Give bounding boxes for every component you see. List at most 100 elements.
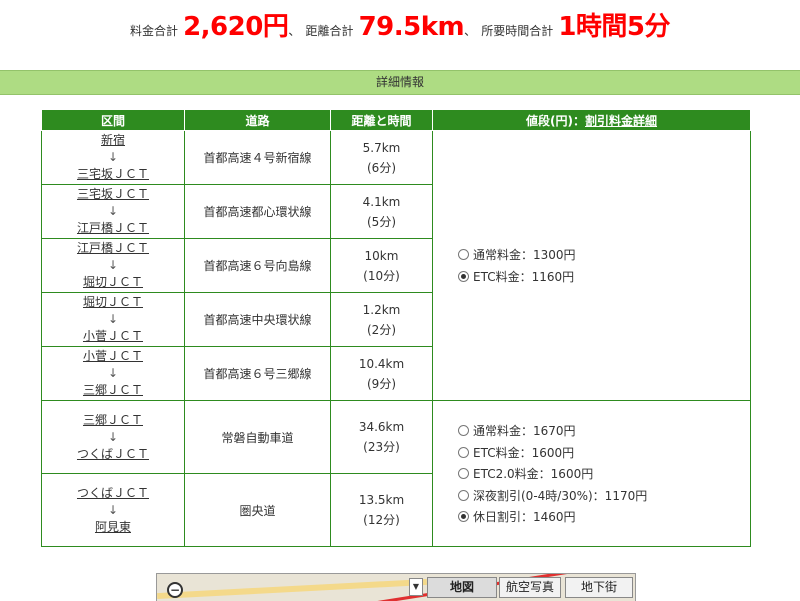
price-option[interactable]: ETC料金：1600円 [458,441,750,463]
table-header-row: 区間 道路 距離と時間 値段(円)：割引料金詳細 [41,109,751,131]
time-value: (23分) [363,440,400,454]
to-link[interactable]: 江戸橋ＪＣＴ [42,220,184,237]
from-link[interactable]: 江戸橋ＪＣＴ [42,240,184,257]
time-value: (12分) [363,513,400,527]
distance-time-cell: 34.6km (23分) [330,400,433,474]
road-cell: 常磐自動車道 [184,400,331,474]
separator: 、 [288,24,301,38]
section-cell: 三郷ＪＣＴ ↓ つくばＪＣＴ [41,400,185,474]
detail-info-bar: 詳細情報 [0,70,800,95]
price-option-label: 深夜割引(0-4時/30%)：1170円 [473,488,648,503]
price-option[interactable]: 通常料金：1670円 [458,420,750,442]
price-option[interactable]: 休日割引：1460円 [458,506,750,528]
radio-button-selected[interactable] [458,511,469,522]
price-options-cell: 通常料金：1300円 ETC料金：1160円 [432,130,751,401]
distance-value: 1.2km [362,302,401,317]
price-option[interactable]: ETC2.0料金：1600円 [458,463,750,485]
price-header-label: 値段(円)： [526,113,585,128]
map-view-button[interactable]: 地図 [427,577,497,598]
dropdown-arrow-icon[interactable]: ▼ [409,578,423,596]
price-option-label: 通常料金：1670円 [473,424,576,438]
time-value: (2分) [367,322,396,337]
road-cell: 首都高速都心環状線 [184,184,331,239]
route-map[interactable]: − ▼ 地図 航空写真 地下街 [156,573,636,601]
radio-button[interactable] [458,249,469,261]
down-arrow-icon: ↓ [107,204,119,218]
down-arrow-icon: ↓ [107,366,119,380]
separator: 、 [464,24,477,38]
road-cell: 圏央道 [184,473,331,547]
price-option-label: 休日割引：1460円 [473,510,576,524]
price-option-label: ETC2.0料金：1600円 [473,467,594,481]
down-arrow-icon: ↓ [107,312,119,326]
to-link[interactable]: 阿見東 [42,519,184,536]
to-link[interactable]: 小菅ＪＣＴ [42,328,184,345]
fee-total-value: 2,620円 [183,12,289,42]
down-arrow-icon: ↓ [107,150,119,164]
radio-button[interactable] [458,468,469,479]
distance-time-cell: 10km (10分) [330,238,433,293]
to-link[interactable]: 三宅坂ＪＣＴ [42,166,184,183]
from-link[interactable]: つくばＪＣＴ [42,485,184,502]
distance-total-label: 距離合計 [305,24,354,38]
price-header: 値段(円)：割引料金詳細 [432,109,751,131]
distance-time-cell: 4.1km (5分) [330,184,433,239]
distance-value: 5.7km [362,140,401,155]
section-cell: 新宿 ↓ 三宅坂ＪＣＴ [41,130,185,185]
fee-total-label: 料金合計 [129,24,178,38]
price-option[interactable]: 深夜割引(0-4時/30%)：1170円 [458,484,750,506]
price-option[interactable]: ETC料金：1160円 [458,266,750,288]
radio-button[interactable] [458,425,469,436]
distance-value: 4.1km [362,194,401,209]
distance-value: 34.6km [358,420,405,434]
table-row: 三郷ＪＣＴ ↓ つくばＪＣＴ 常磐自動車道 34.6km (23分) 通常料金：… [41,400,751,547]
route-detail-table: 区間 道路 距離と時間 値段(円)：割引料金詳細 新宿 ↓ 三宅坂ＪＣＴ 首都高… [41,109,751,547]
to-link[interactable]: 三郷ＪＣＴ [42,382,184,399]
distance-time-cell: 5.7km (6分) [330,130,433,185]
underground-map-button[interactable]: 地下街 [565,577,633,598]
price-options-cell: 通常料金：1670円 ETC料金：1600円 ETC2.0料金：1600円 深夜… [432,400,751,547]
map-road [157,578,427,600]
from-link[interactable]: 三宅坂ＪＣＴ [42,186,184,203]
radio-button[interactable] [458,489,469,501]
distance-time-cell: 10.4km (9分) [330,346,433,401]
price-option[interactable]: 通常料金：1300円 [458,244,750,266]
discount-detail-link[interactable]: 割引料金詳細 [585,114,657,128]
distance-total-value: 79.5km [358,12,465,42]
distance-value: 13.5km [358,493,405,507]
radio-button-selected[interactable] [458,270,469,282]
price-option-label: ETC料金：1160円 [473,269,575,284]
to-link[interactable]: つくばＪＣＴ [42,446,184,463]
section-cell: 堀切ＪＣＴ ↓ 小菅ＪＣＴ [41,292,185,347]
zoom-out-icon[interactable]: − [167,582,183,598]
route-summary: 料金合計 2,620円、 距離合計 79.5km、 所要時間合計 1時間5分 [0,6,800,58]
road-cell: 首都高速６号向島線 [184,238,331,293]
section-cell: つくばＪＣＴ ↓ 阿見東 [41,473,185,547]
down-arrow-icon: ↓ [107,258,119,272]
section-cell: 江戸橋ＪＣＴ ↓ 堀切ＪＣＴ [41,238,185,293]
price-option-label: 通常料金：1300円 [473,248,576,263]
road-cell: 首都高速４号新宿線 [184,130,331,185]
distance-value: 10.4km [358,356,405,371]
distance-time-cell: 1.2km (2分) [330,292,433,347]
time-value: (9分) [367,376,396,391]
time-total-label: 所要時間合計 [481,24,554,38]
down-arrow-icon: ↓ [107,429,119,444]
road-header: 道路 [184,109,331,131]
to-link[interactable]: 堀切ＪＣＴ [42,274,184,291]
time-value: (10分) [363,268,400,283]
time-value: (5分) [367,214,396,229]
distance-time-header: 距離と時間 [330,109,433,131]
section-cell: 小菅ＪＣＴ ↓ 三郷ＪＣＴ [41,346,185,401]
from-link[interactable]: 堀切ＪＣＴ [42,294,184,311]
aerial-photo-button[interactable]: 航空写真 [499,577,561,598]
down-arrow-icon: ↓ [107,502,119,517]
distance-time-cell: 13.5km (12分) [330,473,433,547]
from-link[interactable]: 小菅ＪＣＴ [42,348,184,365]
table-row: 新宿 ↓ 三宅坂ＪＣＴ 首都高速４号新宿線 5.7km (6分) 通常料金：13… [41,130,751,401]
section-header: 区間 [41,109,185,131]
price-option-label: ETC料金：1600円 [473,445,575,460]
from-link[interactable]: 三郷ＪＣＴ [42,412,184,429]
radio-button[interactable] [458,446,469,458]
from-link[interactable]: 新宿 [42,132,184,149]
